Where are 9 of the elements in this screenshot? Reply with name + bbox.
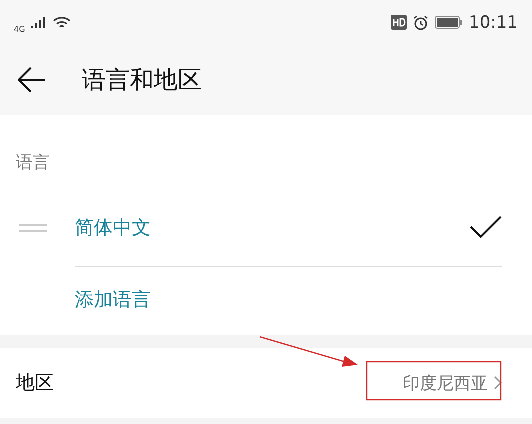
- language-item[interactable]: 简体中文: [75, 215, 470, 241]
- page-title: 语言和地区: [82, 65, 202, 96]
- region-label: 地区: [16, 371, 54, 396]
- clock-time: 10:11: [469, 12, 518, 32]
- region-row[interactable]: 地区 印度尼西亚: [0, 348, 532, 418]
- section-label: 语言: [15, 152, 51, 175]
- add-language-link[interactable]: 添加语言: [75, 287, 151, 313]
- region-value: 印度尼西亚: [403, 372, 488, 394]
- network-label: 4G: [14, 25, 26, 34]
